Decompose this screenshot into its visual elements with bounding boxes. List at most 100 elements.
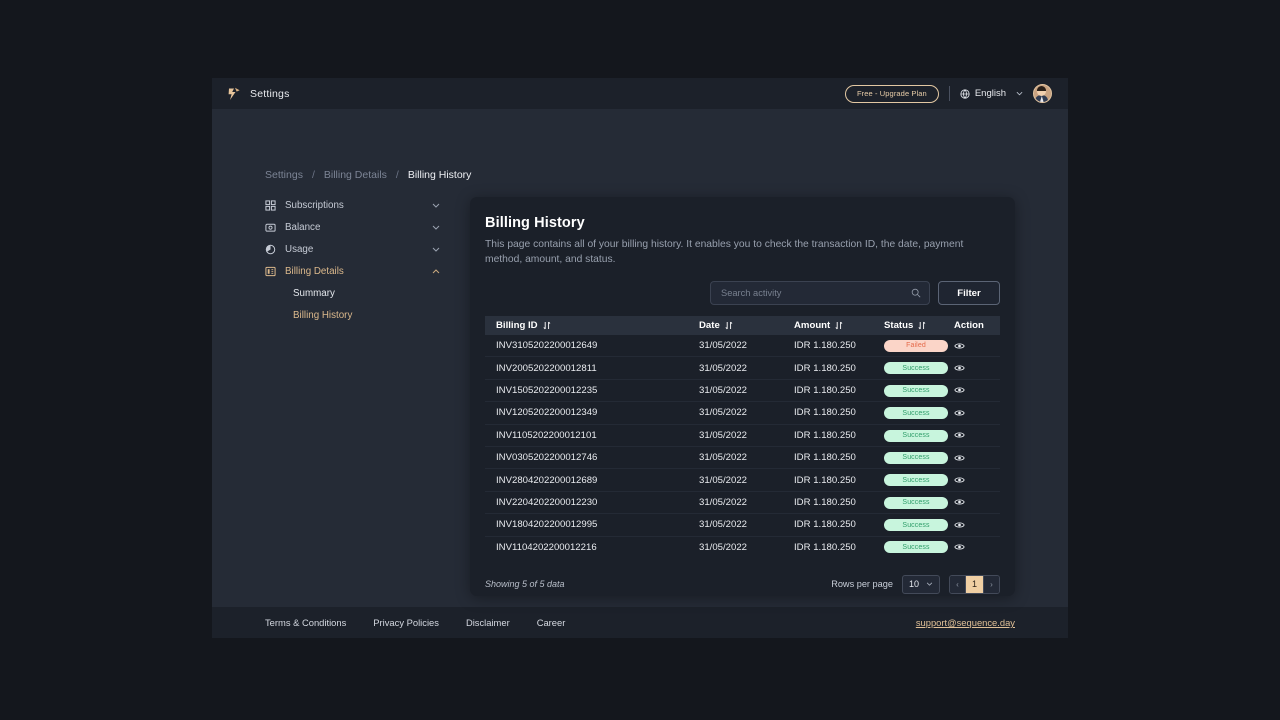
- avatar-hair: [1037, 86, 1047, 91]
- chevron-down-icon[interactable]: [1016, 91, 1023, 96]
- column-label: Status: [884, 320, 914, 331]
- sort-icon[interactable]: [725, 321, 733, 330]
- cell-action[interactable]: [954, 513, 1000, 537]
- search-input[interactable]: [719, 287, 888, 299]
- eye-icon[interactable]: [954, 543, 965, 551]
- rows-per-page-select[interactable]: 10: [901, 574, 940, 594]
- column-label: Billing ID: [496, 320, 538, 331]
- status-badge: Success: [884, 407, 948, 420]
- status-badge: Success: [884, 429, 948, 442]
- cell-amount: IDR 1.180.250: [794, 541, 856, 553]
- table-row[interactable]: INV2005202200012811 31/05/2022 IDR 1.180.2…: [485, 356, 1000, 380]
- table-row[interactable]: INV1505202200012235 31/05/2022 IDR 1.180.2…: [485, 379, 1000, 403]
- cell-billing-id: INV1105202200012101: [485, 424, 699, 447]
- brand[interactable]: Settings: [228, 87, 290, 101]
- eye-icon[interactable]: [954, 431, 965, 439]
- table-row[interactable]: INV2204202200012230 31/05/2022 IDR 1.180.2…: [485, 491, 1000, 515]
- sidebar-item-usage[interactable]: Usage: [265, 238, 450, 260]
- sidebar-subitem-billing-history[interactable]: Billing History: [265, 304, 450, 326]
- app-body: Settings / Billing Details / Billing His…: [212, 109, 1068, 607]
- cell-amount: IDR 1.180.250: [794, 401, 884, 425]
- table-row[interactable]: INV1104202200012216 31/05/2022 IDR 1.180.2…: [485, 536, 1000, 558]
- cell-action[interactable]: [954, 491, 1000, 515]
- chevron-down-icon[interactable]: [432, 203, 440, 208]
- footer-link-3[interactable]: Career: [537, 617, 566, 628]
- breadcrumb-item-settings[interactable]: Settings: [265, 169, 303, 181]
- sort-icon[interactable]: [543, 321, 551, 330]
- eye-icon[interactable]: [954, 409, 965, 417]
- chevron-up-icon[interactable]: [432, 268, 440, 274]
- sidebar-item-billing-details[interactable]: Billing Details: [265, 260, 450, 282]
- footer-link-1[interactable]: Privacy Policies: [373, 617, 439, 628]
- cell-amount: IDR 1.180.250: [794, 335, 884, 358]
- cell-action[interactable]: [954, 536, 1000, 558]
- eye-icon[interactable]: [954, 386, 965, 394]
- billing-table: Billing ID Date Amount Status Action INV…: [485, 316, 1000, 558]
- top-bar-right: Free - Upgrade Plan English: [844, 84, 1052, 103]
- chevron-down-icon[interactable]: [432, 247, 440, 252]
- eye-icon[interactable]: [954, 364, 965, 372]
- table-row[interactable]: INV0305202200012746 31/05/2022 IDR 1.180.2…: [485, 446, 1000, 470]
- cell-action[interactable]: [954, 379, 1000, 403]
- column-amount[interactable]: Amount: [794, 316, 884, 335]
- search-icon[interactable]: [911, 288, 921, 298]
- table-row[interactable]: INV1105202200012101 31/05/2022 IDR 1.180.2…: [485, 424, 1000, 447]
- sort-icon[interactable]: [835, 321, 843, 330]
- table-header: Billing ID Date Amount Status Action: [485, 316, 1000, 335]
- table-row[interactable]: INV1804202200012995 31/05/2022 IDR 1.180.2…: [485, 513, 1000, 537]
- table-row[interactable]: INV2804202200012689 31/05/2022 IDR 1.180.2…: [485, 468, 1000, 492]
- eye-icon[interactable]: [954, 476, 965, 484]
- cell-date: 31/05/2022: [699, 356, 794, 380]
- table-row[interactable]: INV3105202200012649 31/05/2022 IDR 1.180.2…: [485, 335, 1000, 358]
- status-badge: Success: [884, 384, 948, 397]
- cell-action[interactable]: [954, 401, 1000, 425]
- column-status[interactable]: Status: [884, 316, 954, 335]
- sidebar-subitem-summary[interactable]: Summary: [265, 282, 450, 304]
- sort-icon[interactable]: [918, 321, 926, 330]
- cell-action[interactable]: [954, 424, 1000, 447]
- cell-status: Success: [884, 401, 954, 425]
- page-1-button[interactable]: 1: [965, 575, 983, 593]
- upgrade-plan-badge[interactable]: Free - Upgrade Plan: [844, 84, 939, 103]
- cell-action[interactable]: [954, 356, 1000, 380]
- pie-chart-icon: [265, 244, 276, 254]
- cell-action[interactable]: [954, 446, 1000, 470]
- prev-page-button[interactable]: ‹: [950, 575, 965, 593]
- avatar[interactable]: [1033, 84, 1052, 103]
- chevron-down-icon: [926, 582, 933, 587]
- sidebar-item-label: Subscriptions: [285, 199, 344, 211]
- cell-status: Success: [884, 513, 954, 537]
- cell-amount: IDR 1.180.250: [794, 356, 884, 380]
- cell-action[interactable]: [954, 468, 1000, 492]
- cell-billing-id: INV3105202200012649: [485, 335, 699, 358]
- cell-date: 31/05/2022: [699, 491, 794, 515]
- top-bar: Settings Free - Upgrade Plan English: [212, 78, 1068, 109]
- breadcrumb-item-billing-details[interactable]: Billing Details: [324, 169, 387, 181]
- search-box[interactable]: [710, 281, 930, 305]
- cell-billing-id: INV1205202200012349: [485, 401, 699, 425]
- column-date[interactable]: Date: [699, 316, 794, 335]
- language-selector[interactable]: English: [960, 88, 1006, 99]
- footer-link-0[interactable]: Terms & Conditions: [265, 617, 346, 628]
- sidebar-item-balance[interactable]: Balance: [265, 216, 450, 238]
- sidebar-item-label: Billing Details: [285, 265, 344, 277]
- eye-icon[interactable]: [954, 342, 965, 350]
- breadcrumb-separator: /: [311, 169, 315, 181]
- eye-icon[interactable]: [954, 521, 965, 529]
- breadcrumb-separator: /: [395, 169, 399, 181]
- table-toolbar: Filter: [485, 281, 1000, 305]
- support-email-link[interactable]: support@sequence.day: [916, 617, 1015, 628]
- footer-link-2[interactable]: Disclaimer: [466, 617, 510, 628]
- table-row[interactable]: INV1205202200012349 31/05/2022 IDR 1.180.2…: [485, 401, 1000, 425]
- eye-icon[interactable]: [954, 454, 965, 462]
- eye-icon[interactable]: [954, 498, 965, 506]
- filter-button[interactable]: Filter: [938, 281, 1000, 305]
- sidebar-item-subscriptions[interactable]: Subscriptions: [265, 194, 450, 216]
- chevron-down-icon[interactable]: [432, 225, 440, 230]
- sidebar-item-label: Usage: [285, 243, 314, 255]
- next-page-button[interactable]: ›: [983, 575, 999, 593]
- status-badge: Success: [884, 451, 948, 464]
- cell-action[interactable]: [954, 335, 1000, 358]
- column-billing-id[interactable]: Billing ID: [485, 316, 699, 335]
- cell-amount: IDR 1.180.250: [794, 446, 884, 470]
